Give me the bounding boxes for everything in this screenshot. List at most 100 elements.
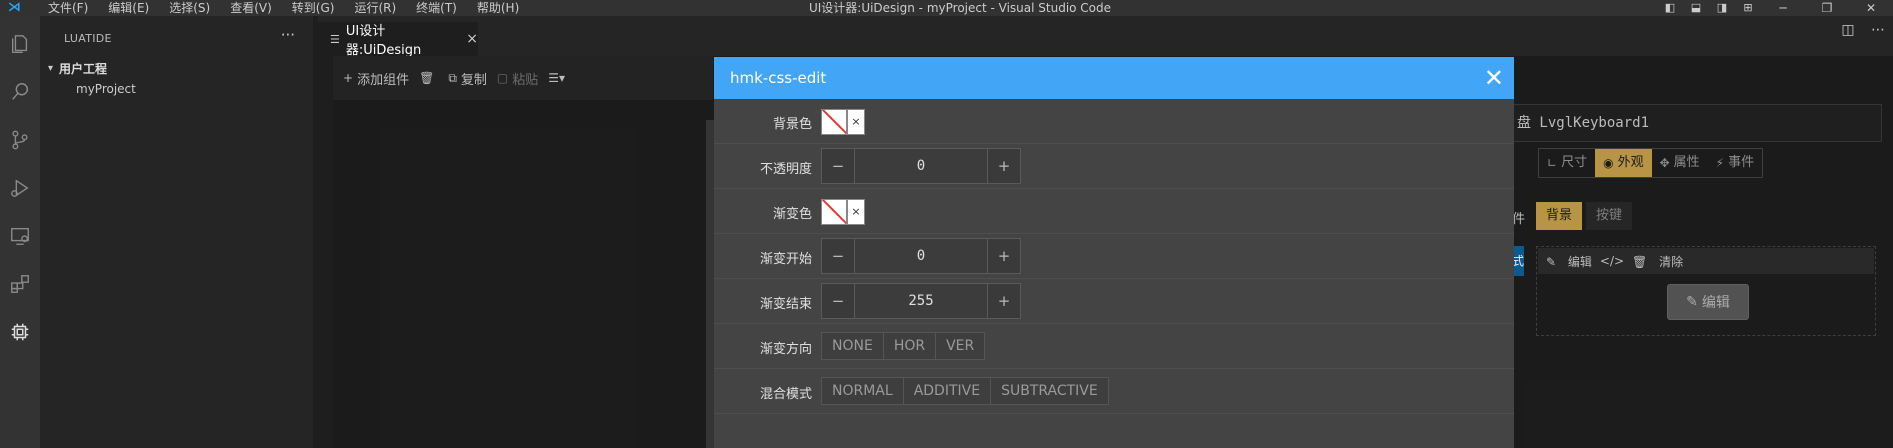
copy-button[interactable]: ⧉ 复制 <box>448 69 487 88</box>
grad-end-input[interactable]: 255 <box>854 284 988 318</box>
tab-size[interactable]: ∟ 尺寸 <box>1539 149 1595 177</box>
style-edit-button[interactable]: ✎ 编辑 <box>1667 284 1749 320</box>
grad-end-increment-button[interactable]: + <box>988 284 1020 318</box>
grad-color-clear-button[interactable]: × <box>847 199 865 225</box>
tab-properties[interactable]: ✥ 属性 <box>1652 149 1708 177</box>
edit-icon: ✎ <box>1686 294 1698 310</box>
menu-file[interactable]: 文件(F) <box>38 0 98 16</box>
chip-designer-icon[interactable] <box>0 312 40 352</box>
bg-color-label: 背景色 <box>772 117 812 132</box>
menu-edit[interactable]: 编辑(E) <box>98 0 159 16</box>
opacity-decrement-button[interactable]: − <box>822 149 854 183</box>
restore-button[interactable]: ❐ <box>1805 0 1849 16</box>
window-controls: ◧ ⬓ ◨ ⊞ ─ ❐ ✕ <box>1657 0 1893 16</box>
title-bar: ⋊ 文件(F) 编辑(E) 选择(S) 查看(V) 转到(G) 运行(R) 终端… <box>0 0 1893 16</box>
toggle-panel-icon[interactable]: ⬓ <box>1683 0 1709 16</box>
close-window-button[interactable]: ✕ <box>1849 0 1893 16</box>
bg-color-clear-button[interactable]: × <box>847 109 865 135</box>
bg-color-picker[interactable] <box>821 109 847 135</box>
grad-color-label: 渐变色 <box>772 207 812 222</box>
blend-mode-label: 混合模式 <box>759 387 812 402</box>
size-icon: ∟ <box>1547 156 1558 170</box>
vscode-logo-icon: ⋊ <box>8 0 21 15</box>
tab-size-label: 尺寸 <box>1561 155 1588 170</box>
align-menu-button[interactable]: ☰▾ <box>548 71 569 85</box>
code-icon[interactable]: </> <box>1600 254 1624 268</box>
blend-mode-selector: NORMAL ADDITIVE SUBTRACTIVE <box>821 377 1109 405</box>
split-editor-icon[interactable]: ◫ <box>1833 22 1863 38</box>
extensions-icon[interactable] <box>0 264 40 304</box>
paste-button[interactable]: ▢ 粘贴 <box>497 69 538 88</box>
design-canvas[interactable] <box>333 100 713 448</box>
style-clear-link[interactable]: 🗑 清除 <box>1632 253 1683 270</box>
copy-icon: ⧉ <box>448 70 457 85</box>
tab-events-label: 事件 <box>1728 155 1755 170</box>
tab-appearance[interactable]: ◉ 外观 <box>1595 149 1652 177</box>
component-name-field[interactable]: 盘 LvglKeyboard1 <box>1512 104 1882 142</box>
explorer-icon[interactable] <box>0 24 40 64</box>
tree-root-user-project[interactable]: ▾ 用户工程 <box>48 60 107 77</box>
remote-explorer-icon[interactable] <box>0 216 40 256</box>
editor-actions: ◫ ⋯ <box>1833 22 1893 38</box>
tree-item-myproject[interactable]: myProject <box>76 82 136 96</box>
tree-root-label: 用户工程 <box>59 62 108 76</box>
style-edit-link[interactable]: ✎ 编辑 <box>1546 253 1592 270</box>
menu-terminal[interactable]: 终端(T) <box>406 0 467 16</box>
close-icon[interactable]: ✕ <box>1484 57 1504 99</box>
minimize-button[interactable]: ─ <box>1761 0 1805 16</box>
tab-appearance-label: 外观 <box>1617 155 1644 170</box>
style-edit-label: 编辑 <box>1567 254 1592 269</box>
menu-selection[interactable]: 选择(S) <box>159 0 220 16</box>
grad-dir-option-hor[interactable]: HOR <box>883 333 937 359</box>
style-clear-label: 清除 <box>1659 254 1684 269</box>
sidebar-sash[interactable] <box>313 16 333 448</box>
toggle-secondary-sidebar-icon[interactable]: ◨ <box>1709 0 1735 16</box>
activity-bar <box>0 16 40 448</box>
menu-go[interactable]: 转到(G) <box>282 0 345 16</box>
tab-close-icon[interactable]: × <box>466 31 478 47</box>
grad-end-decrement-button[interactable]: − <box>822 284 854 318</box>
subtab-background[interactable]: 背景 <box>1536 202 1583 230</box>
dialog-header: hmk-css-edit ✕ <box>714 57 1514 99</box>
add-component-button[interactable]: + 添加组件 <box>343 69 409 88</box>
row-grad-start: 渐变开始 − 0 + <box>714 234 1514 279</box>
opacity-increment-button[interactable]: + <box>988 149 1020 183</box>
customize-layout-icon[interactable]: ⊞ <box>1735 0 1761 16</box>
grad-dir-option-none[interactable]: NONE <box>822 333 884 359</box>
chevron-down-icon: ▾ <box>48 63 54 74</box>
tab-ui-designer[interactable]: ☰ UI设计器:UiDesign × <box>318 22 478 58</box>
more-actions-icon[interactable]: ··· <box>281 26 295 44</box>
css-edit-dialog: hmk-css-edit ✕ 背景色 × 不透明度 − 0 + 渐变色 × 渐变… <box>714 57 1514 448</box>
grad-color-picker[interactable] <box>821 199 847 225</box>
paste-label: 粘贴 <box>512 72 539 88</box>
grad-end-label: 渐变结束 <box>759 297 812 312</box>
blend-option-additive[interactable]: ADDITIVE <box>903 378 992 404</box>
menu-run[interactable]: 运行(R) <box>344 0 406 16</box>
grad-start-input[interactable]: 0 <box>854 239 988 273</box>
grad-start-stepper: − 0 + <box>821 238 1021 274</box>
grad-start-increment-button[interactable]: + <box>988 239 1020 273</box>
delete-button[interactable]: 🗑 <box>419 71 438 85</box>
run-debug-icon[interactable] <box>0 168 40 208</box>
tab-properties-label: 属性 <box>1673 155 1700 170</box>
blend-option-normal[interactable]: NORMAL <box>822 378 904 404</box>
editor-tab-bar: ☰ UI设计器:UiDesign × ◫ ⋯ <box>318 16 1893 58</box>
trash-icon: 🗑 <box>419 71 435 85</box>
plus-icon: + <box>343 71 354 85</box>
toggle-sidebar-icon[interactable]: ◧ <box>1657 0 1683 16</box>
canvas-scrollbar[interactable] <box>706 120 714 448</box>
source-control-icon[interactable] <box>0 120 40 160</box>
row-blend-mode: 混合模式 NORMAL ADDITIVE SUBTRACTIVE <box>714 369 1514 414</box>
grad-start-decrement-button[interactable]: − <box>822 239 854 273</box>
more-editor-actions-icon[interactable]: ⋯ <box>1863 22 1893 38</box>
opacity-input[interactable]: 0 <box>854 149 988 183</box>
menu-view[interactable]: 查看(V) <box>220 0 282 16</box>
grad-dir-option-ver[interactable]: VER <box>936 333 985 359</box>
search-icon[interactable] <box>0 72 40 112</box>
tab-events[interactable]: ⚡ 事件 <box>1708 149 1762 177</box>
dialog-title: hmk-css-edit <box>730 69 827 87</box>
menu-help[interactable]: 帮助(H) <box>467 0 529 16</box>
blend-option-subtractive[interactable]: SUBTRACTIVE <box>991 378 1108 404</box>
sidebar-title: LUATIDE <box>64 32 112 45</box>
subtab-keys[interactable]: 按键 <box>1586 202 1633 230</box>
